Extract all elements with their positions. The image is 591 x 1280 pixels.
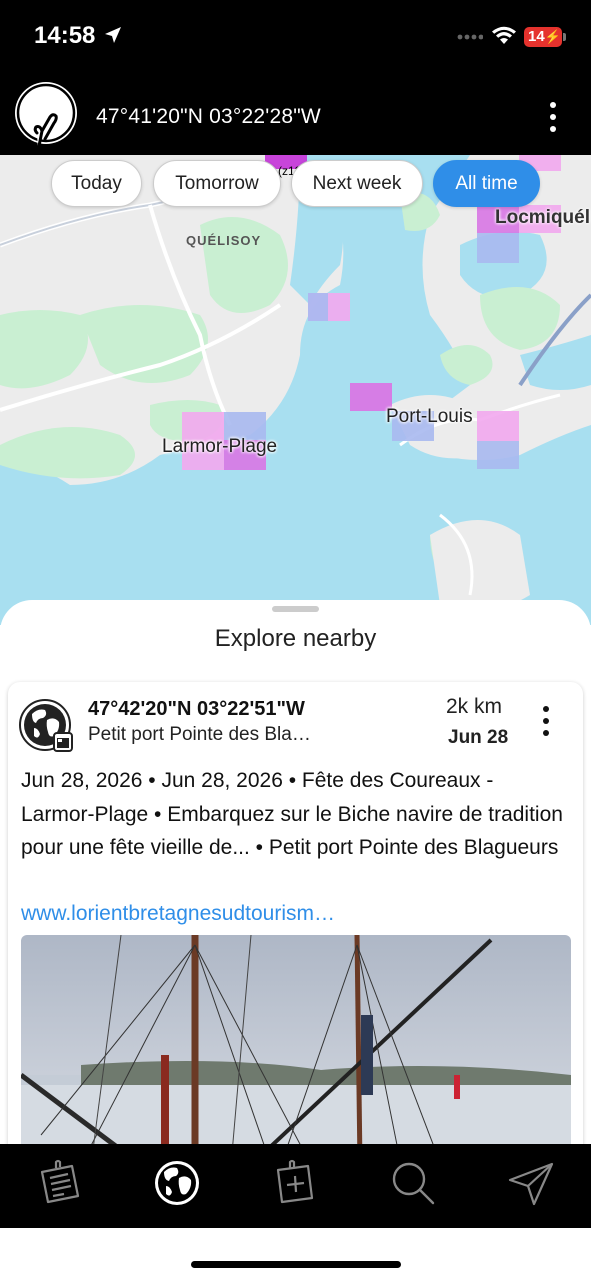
filter-next-week-button[interactable]: Next week: [291, 160, 423, 207]
map-label-larmor-plage: Larmor-Plage: [162, 436, 278, 457]
event-place: Petit port Pointe des Bla…: [88, 724, 311, 745]
status-bar: 14:58 14⚡: [0, 0, 591, 76]
add-note-icon[interactable]: [270, 1158, 320, 1208]
cellular-signal-icon: [457, 34, 483, 40]
filter-today-button[interactable]: Today: [51, 160, 142, 207]
event-distance: 2k km: [446, 695, 503, 718]
sheet-drag-handle[interactable]: [272, 606, 319, 612]
search-icon[interactable]: [388, 1158, 438, 1208]
send-icon[interactable]: [506, 1158, 556, 1208]
battery-tip: [563, 33, 566, 41]
event-coordinates: 47°42'20"N 03°22'51"W: [88, 698, 305, 720]
explore-sheet: Explore nearby 47°42'20"N 03°22'51"W Pet…: [0, 600, 591, 1144]
more-options-icon[interactable]: [544, 100, 564, 134]
filter-tomorrow-button[interactable]: Tomorrow: [153, 160, 281, 207]
notes-icon[interactable]: [34, 1158, 84, 1208]
event-date: Jun 28: [448, 727, 509, 748]
battery-level: 14: [528, 28, 545, 45]
filter-all-time-button[interactable]: All time: [433, 160, 540, 207]
app-header: 47°41'20"N 03°22'28"W: [0, 76, 591, 155]
wifi-icon: [492, 26, 516, 44]
event-photo[interactable]: [21, 935, 571, 1144]
map-view[interactable]: QUÉLISOY Locmiquél Port-Louis Larmor-Pla…: [0, 155, 591, 625]
globe-icon[interactable]: [152, 1158, 202, 1208]
sheet-title: Explore nearby: [214, 625, 377, 652]
map-label-quelisoy: QUÉLISOY: [186, 233, 262, 248]
event-card[interactable]: 47°42'20"N 03°22'51"W Petit port Pointe …: [8, 682, 583, 1144]
current-coordinates[interactable]: 47°41'20"N 03°22'28"W: [96, 105, 321, 129]
home-area: [0, 1228, 591, 1280]
bottom-navigation: [0, 1144, 591, 1228]
event-link[interactable]: www.lorientbretagnesudtourism…: [21, 902, 335, 926]
globe-calendar-icon: [19, 699, 73, 752]
charging-bolt-icon: ⚡: [544, 29, 561, 44]
card-more-options-icon[interactable]: [538, 704, 554, 738]
event-description: Jun 28, 2026 • Jun 28, 2026 • Fête des C…: [21, 769, 563, 859]
home-indicator[interactable]: [191, 1261, 401, 1268]
location-arrow-icon: [105, 27, 121, 43]
map-label-locmiquelic: Locmiquél: [495, 207, 591, 228]
map-label-port-louis: Port-Louis: [386, 406, 473, 427]
app-logo-icon[interactable]: [12, 79, 80, 155]
battery-indicator: 14⚡: [524, 27, 562, 47]
status-time: 14:58: [34, 22, 96, 49]
